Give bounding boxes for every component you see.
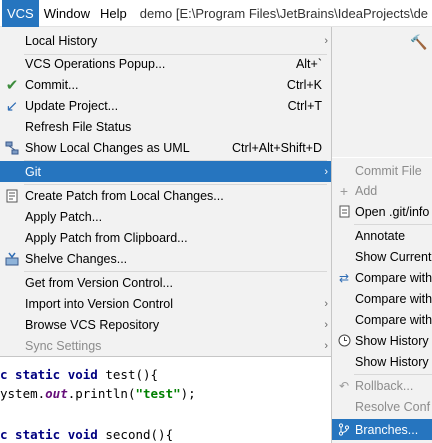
git-item-compare-with-1[interactable]: ⇄ Compare with	[332, 267, 432, 288]
menu-item-apply-patch[interactable]: Apply Patch...	[0, 206, 331, 227]
git-item-add: + Add	[332, 180, 432, 201]
git-item-open-git-info[interactable]: Open .git/info	[332, 201, 432, 222]
file-icon	[337, 205, 351, 219]
update-arrow-icon: ↙	[5, 97, 19, 115]
code-line: ystem.out.println("test");	[0, 386, 196, 401]
code-line: c static void test(){	[0, 367, 159, 382]
menu-item-import-into-vc[interactable]: Import into Version Control ›	[0, 293, 331, 314]
git-item-annotate[interactable]: Annotate	[332, 225, 432, 246]
menu-item-apply-patch-clipboard[interactable]: Apply Patch from Clipboard...	[0, 227, 331, 248]
vcs-menu: Local History › VCS Operations Popup... …	[0, 27, 332, 357]
menu-item-vcs-operations-popup[interactable]: VCS Operations Popup... Alt+`	[0, 53, 331, 74]
git-item-show-history-2[interactable]: Show History	[332, 351, 432, 372]
git-item-compare-with-3[interactable]: Compare with	[332, 309, 432, 330]
menubar: VCS Window Help demo [E:\Program Files\J…	[0, 0, 432, 27]
plus-icon: +	[339, 182, 349, 199]
menu-vcs[interactable]: VCS	[2, 0, 39, 27]
git-item-resolve-conflicts: Resolve Conf	[355, 399, 431, 414]
uml-diagram-icon	[4, 140, 20, 156]
git-item-show-history-1[interactable]: Show History	[332, 330, 432, 351]
code-line: c static void second(){	[0, 427, 174, 442]
history-clock-icon	[337, 334, 351, 348]
window-title: demo [E:\Program Files\JetBrains\IdeaPro…	[139, 5, 429, 21]
git-item-compare-with-2[interactable]: Compare with	[332, 288, 432, 309]
shelve-icon	[4, 251, 20, 267]
menu-item-commit[interactable]: ✔ Commit... Ctrl+K	[0, 74, 331, 95]
menu-item-update-project[interactable]: ↙ Update Project... Ctrl+T	[0, 95, 331, 116]
git-item-branches[interactable]: Branches...	[332, 419, 432, 440]
git-item-commit-file: Commit File	[355, 163, 422, 178]
branch-icon	[337, 423, 351, 437]
menu-item-get-from-vc[interactable]: Get from Version Control...	[0, 272, 331, 293]
menu-item-sync-settings: Sync Settings ›	[25, 338, 328, 353]
submenu-arrow-icon: ›	[324, 34, 328, 47]
menu-item-local-history[interactable]: Local History ›	[0, 30, 331, 51]
submenu-arrow-icon: ›	[324, 297, 328, 310]
submenu-arrow-icon: ›	[324, 318, 328, 331]
menu-item-create-patch[interactable]: Create Patch from Local Changes...	[0, 185, 331, 206]
submenu-arrow-icon: ›	[324, 339, 328, 352]
code-editor[interactable]: c static void test(){ ystem.out.println(…	[0, 357, 330, 443]
checkmark-icon: ✔	[5, 76, 19, 94]
menu-window[interactable]: Window	[39, 0, 95, 27]
menu-help[interactable]: Help	[95, 0, 132, 27]
menu-item-git[interactable]: Git ›	[0, 161, 331, 182]
submenu-arrow-icon: ›	[324, 165, 328, 178]
git-submenu: Commit File + Add Open .git/info Annotat…	[331, 158, 432, 443]
menu-item-browse-vcs-repository[interactable]: Browse VCS Repository ›	[0, 314, 331, 335]
patch-icon	[4, 188, 20, 204]
rollback-icon: ↶	[338, 378, 350, 393]
menu-item-shelve-changes[interactable]: Shelve Changes...	[0, 248, 331, 269]
git-item-rollback: ↶ Rollback...	[338, 378, 414, 393]
menu-item-show-local-changes-uml[interactable]: Show Local Changes as UML Ctrl+Alt+Shift…	[0, 137, 331, 158]
build-hammer-icon[interactable]: 🔨	[410, 34, 427, 51]
menu-item-refresh-file-status[interactable]: Refresh File Status	[0, 116, 331, 137]
git-item-show-current[interactable]: Show Current	[332, 246, 432, 267]
compare-icon: ⇄	[338, 270, 350, 285]
